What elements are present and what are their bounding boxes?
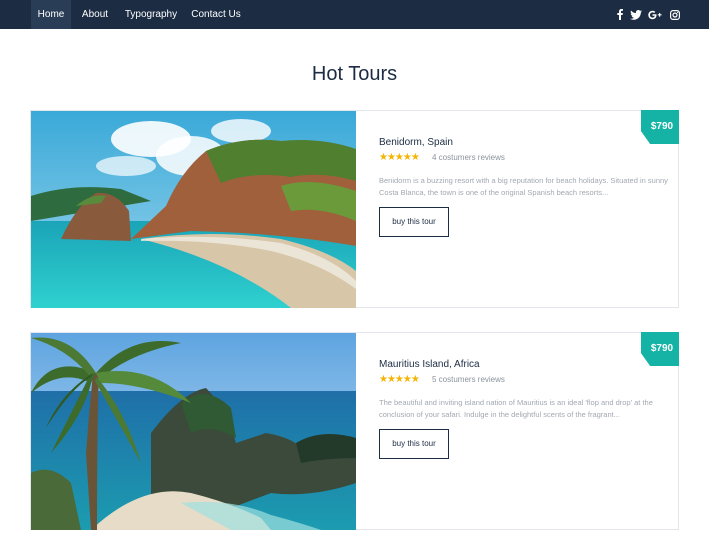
section-heading: Hot Tours xyxy=(311,63,398,85)
rating-stars-icon: ★★★★★ xyxy=(379,374,420,385)
price-badge: $790 xyxy=(641,110,679,144)
instagram-icon[interactable] xyxy=(668,0,682,29)
twitter-icon[interactable] xyxy=(629,0,643,29)
tour-image-mauritius[interactable] xyxy=(31,333,356,530)
nav-about[interactable]: About xyxy=(77,0,113,29)
rating-stars-icon: ★★★★★ xyxy=(379,152,420,163)
reviews-count: 5 costumers reviews xyxy=(432,375,505,384)
facebook-icon[interactable] xyxy=(614,0,626,29)
nav-contact-us[interactable]: Contact Us xyxy=(188,0,244,29)
price-badge: $790 xyxy=(641,332,679,366)
google-plus-icon[interactable] xyxy=(647,0,663,29)
tour-image-benidorm[interactable] xyxy=(31,111,356,308)
reviews-count: 4 costumers reviews xyxy=(432,153,505,162)
buy-tour-button[interactable]: buy this tour xyxy=(379,429,449,459)
tour-title[interactable]: Mauritius Island, Africa xyxy=(379,359,480,370)
buy-tour-button[interactable]: buy this tour xyxy=(379,207,449,237)
top-navbar: Home About Typography Contact Us xyxy=(0,0,709,29)
tour-title[interactable]: Benidorm, Spain xyxy=(379,137,453,148)
tour-card: $790 Benidorm, Spain ★★★★★ 4 costumers r… xyxy=(30,110,679,308)
tour-card: $790 Mauritius Island, Africa ★★★★★ 5 co… xyxy=(30,332,679,530)
nav-typography[interactable]: Typography xyxy=(120,0,182,29)
nav-home[interactable]: Home xyxy=(31,0,71,29)
tour-description: The beautiful and inviting island nation… xyxy=(379,398,653,419)
tour-description: Benidorm is a buzzing resort with a big … xyxy=(379,176,668,197)
